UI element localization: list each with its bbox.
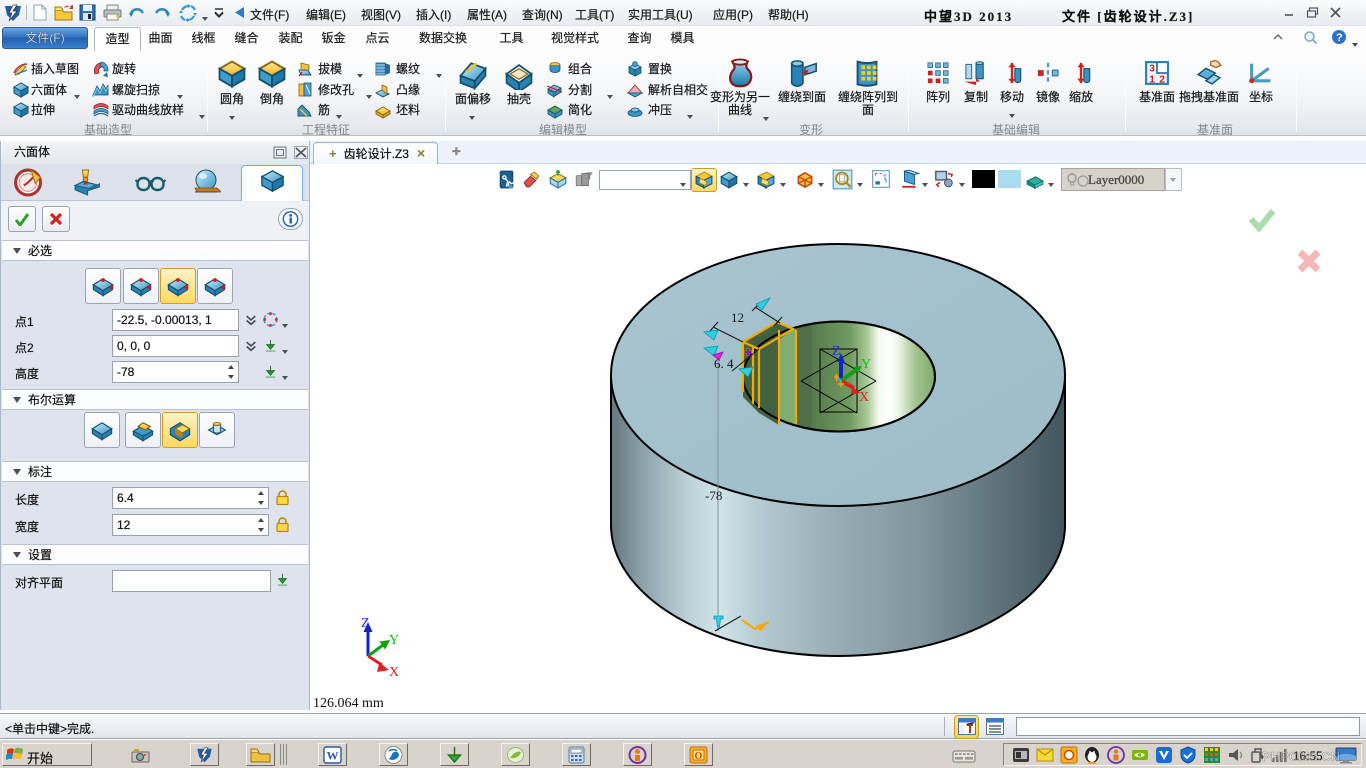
svg-text:X: X — [859, 390, 869, 405]
svg-text:Z: Z — [361, 616, 370, 631]
svg-text:-78: -78 — [705, 488, 722, 503]
svg-text:?: ? — [1336, 32, 1343, 44]
svg-text:Z: Z — [832, 344, 841, 359]
svg-text:126.064 mm: 126.064 mm — [313, 696, 384, 711]
svg-text:12: 12 — [731, 310, 744, 325]
svg-text:Y: Y — [389, 633, 399, 648]
svg-text:Y: Y — [861, 357, 871, 372]
svg-text:O: O — [695, 751, 703, 762]
svg-text:W: W — [327, 749, 339, 763]
svg-text:X: X — [389, 665, 399, 680]
